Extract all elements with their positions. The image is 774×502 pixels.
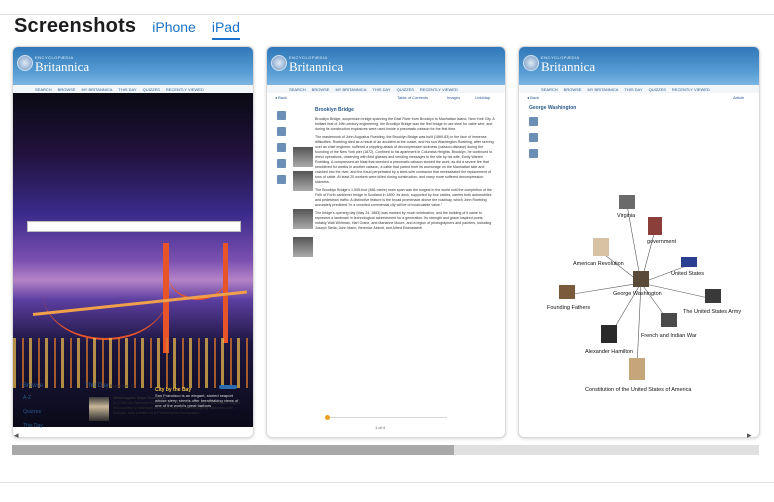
browse-this-day[interactable]: This Day (23, 423, 83, 429)
bridge-cable (43, 248, 168, 340)
golden-gate-photo: City by the Bay San Francisco is an eleg… (13, 93, 253, 427)
nav-browse[interactable]: BROWSE (312, 87, 330, 92)
browse-az[interactable]: A-Z (23, 395, 83, 401)
britannica-header: ENCYCLOPÆDIA Britannica (13, 47, 253, 85)
link-map: Virginia government American Revolution … (547, 195, 741, 393)
page-progress-knob[interactable] (325, 415, 330, 420)
britannica-nav: SEARCH BROWSE MY BRITANNICA THIS DAY QUI… (267, 85, 505, 93)
print-icon[interactable] (277, 159, 286, 168)
node-image[interactable] (559, 285, 575, 299)
this-day-heading: This Day (85, 383, 109, 389)
email-icon[interactable] (277, 143, 286, 152)
britannica-seal-icon (17, 55, 33, 71)
node-label-george-washington[interactable]: George Washington (613, 291, 662, 297)
linkmap-button[interactable]: LinkMap (475, 95, 490, 100)
paragraph: Brooklyn Bridge, suspension bridge spann… (315, 117, 495, 131)
paragraph: The masterwork of John Augustus Roebling… (315, 135, 494, 184)
nav-this-day[interactable]: THIS DAY (118, 87, 136, 92)
back-button[interactable]: ◂ Back (275, 95, 287, 100)
article-thumbnail[interactable] (293, 237, 313, 257)
nav-this-day[interactable]: THIS DAY (372, 87, 390, 92)
bridge-cable (168, 248, 228, 300)
node-label-founding-fathers[interactable]: Founding Fathers (547, 305, 590, 311)
node-image[interactable] (593, 238, 609, 256)
horizontal-scrollbar-thumb[interactable] (12, 445, 454, 455)
nav-quizzes[interactable]: QUIZZES (397, 87, 414, 92)
node-image[interactable] (648, 217, 662, 235)
tab-ipad[interactable]: iPad (211, 19, 240, 40)
browse-quizzes[interactable]: Quizzes (23, 409, 83, 415)
washington-portrait (89, 397, 109, 421)
brand-logo: Britannica (289, 59, 344, 74)
browse-heading: Browse (23, 383, 44, 389)
article-thumbnail[interactable] (293, 147, 313, 167)
article-thumbnail[interactable] (293, 209, 313, 229)
nav-browse[interactable]: BROWSE (58, 87, 76, 92)
node-label-us-army[interactable]: The United States Army (683, 309, 741, 315)
britannica-seal-icon (271, 55, 287, 71)
node-image[interactable] (601, 325, 617, 343)
article-body: Brooklyn Bridge, suspension bridge spann… (315, 117, 495, 231)
water-reflection (13, 338, 253, 388)
node-label-virginia[interactable]: Virginia (617, 213, 636, 219)
scroll-right-arrow-icon[interactable]: ▸ (747, 430, 752, 441)
nav-recently-viewed[interactable]: RECENTLY VIEWED (166, 87, 204, 92)
this-day-date: September 19 (109, 383, 135, 388)
screenshot-2[interactable]: ENCYCLOPÆDIA Britannica SEARCH BROWSE MY… (266, 46, 506, 438)
node-label-french-indian-war[interactable]: French and Indian War (641, 333, 697, 339)
images-button[interactable]: Images (447, 95, 460, 100)
node-image[interactable] (661, 313, 677, 327)
article-thumbnail[interactable] (293, 171, 313, 191)
node-label-alexander-hamilton[interactable]: Alexander Hamilton (585, 349, 633, 355)
screenshot-3[interactable]: ENCYCLOPÆDIA Britannica SEARCH BROWSE MY… (518, 46, 760, 438)
nav-search[interactable]: SEARCH (289, 87, 306, 92)
search-input[interactable] (27, 221, 241, 232)
nav-search[interactable]: SEARCH (35, 87, 52, 92)
britannica-nav: SEARCH BROWSE MY BRITANNICA THIS DAY QUI… (13, 85, 253, 93)
bottom-divider (0, 482, 774, 483)
node-image[interactable] (633, 271, 649, 287)
toc-button[interactable]: Table of Contents (397, 95, 428, 100)
node-label-constitution[interactable]: Constitution of the United States of Ame… (585, 387, 692, 393)
node-image[interactable] (705, 289, 721, 303)
page-indicator: 1 of 4 (375, 425, 386, 430)
node-image[interactable] (629, 358, 645, 380)
view-all-button[interactable] (219, 385, 237, 389)
article-toolbar: ◂ Back Table of Contents Images LinkMap (267, 95, 505, 103)
share-icon[interactable] (277, 127, 286, 136)
nav-recently-viewed[interactable]: RECENTLY VIEWED (420, 87, 458, 92)
section-title: Screenshots (14, 15, 137, 37)
paragraph: The bridge's opening day (May 24, 1883) … (315, 211, 492, 230)
scroll-left-arrow-icon[interactable]: ◂ (14, 430, 19, 441)
paragraph: The Brooklyn Bridge's 1,595-foot (486-me… (315, 188, 492, 207)
article-title: Brooklyn Bridge (315, 107, 354, 113)
flag-icon[interactable] (681, 257, 697, 267)
node-label-american-revolution[interactable]: American Revolution (573, 261, 624, 267)
screenshot-1[interactable]: ENCYCLOPÆDIA Britannica SEARCH BROWSE MY… (12, 46, 254, 438)
britannica-header: ENCYCLOPÆDIA Britannica (267, 47, 505, 85)
nav-my-britannica[interactable]: MY BRITANNICA (335, 87, 366, 92)
nav-quizzes[interactable]: QUIZZES (143, 87, 160, 92)
node-label-united-states[interactable]: United States (671, 271, 704, 277)
help-icon[interactable] (277, 175, 286, 184)
nav-my-britannica[interactable]: MY BRITANNICA (81, 87, 112, 92)
section-header: Screenshots iPhone iPad (14, 15, 240, 40)
browse-panel: Browse A-Z Quizzes This Day (23, 383, 83, 433)
node-image[interactable] (619, 195, 635, 209)
node-label-government[interactable]: government (647, 239, 677, 245)
brand-logo: Britannica (35, 59, 90, 74)
bookmark-icon[interactable] (277, 111, 286, 120)
page-progress[interactable] (327, 417, 447, 418)
this-day-item-text: In 1796 his Farewell Address (of 1796) P… (113, 400, 240, 415)
tab-iphone[interactable]: iPhone (152, 19, 196, 38)
